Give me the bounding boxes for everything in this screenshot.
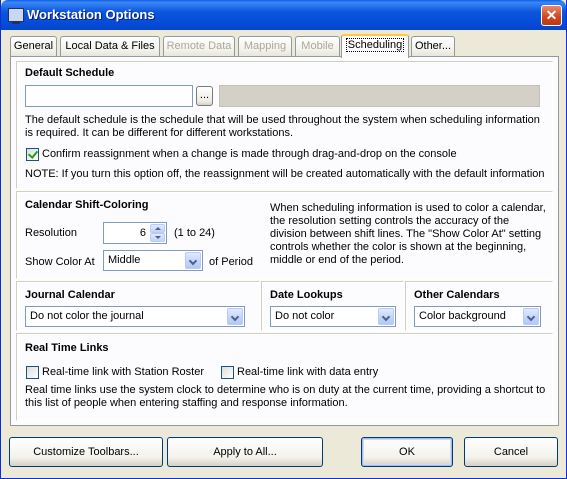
- section-title: Date Lookups: [270, 289, 343, 301]
- tab-other[interactable]: Other...: [411, 36, 455, 56]
- confirm-reassignment-label[interactable]: Confirm reassignment when a change is ma…: [42, 148, 457, 160]
- other-calendars-select[interactable]: Color background: [414, 306, 541, 327]
- shift-coloring-description: When scheduling information is used to c…: [270, 202, 546, 266]
- resolution-spinner[interactable]: 6: [103, 222, 167, 244]
- close-icon: ✕: [545, 7, 558, 23]
- schedule-display-field: [219, 85, 540, 107]
- date-lookups-select[interactable]: Do not color: [270, 306, 396, 327]
- tab-mobile[interactable]: Mobile: [295, 36, 340, 56]
- spin-up-icon[interactable]: [150, 224, 165, 233]
- section-title: Journal Calendar: [25, 289, 115, 301]
- reassignment-note: NOTE: If you turn this option off, the r…: [25, 168, 545, 180]
- apply-to-all-button[interactable]: Apply to All...: [167, 437, 323, 467]
- of-period-label: of Period: [209, 256, 254, 268]
- tab-remote-data[interactable]: Remote Data: [163, 36, 235, 56]
- chevron-down-icon[interactable]: [378, 308, 394, 325]
- date-lookups-section: Date Lookups Do not color: [261, 281, 404, 331]
- customize-toolbars-button[interactable]: Customize Toolbars...: [9, 437, 163, 467]
- journal-calendar-section: Journal Calendar Do not color the journa…: [16, 281, 260, 331]
- scheduling-panel: Default Schedule ... The default schedul…: [10, 56, 559, 426]
- chevron-down-icon[interactable]: [523, 308, 539, 325]
- spin-down-icon[interactable]: [150, 233, 165, 242]
- tab-general[interactable]: General: [10, 36, 57, 56]
- real-time-links-description: Real time links use the system clock to …: [25, 384, 546, 409]
- default-schedule-section: Default Schedule ... The default schedul…: [16, 61, 553, 189]
- workstation-options-dialog: Workstation Options ✕ General Local Data…: [0, 0, 567, 479]
- tab-mapping[interactable]: Mapping: [238, 36, 292, 56]
- show-color-select[interactable]: Middle: [103, 250, 203, 271]
- tab-local-data-files[interactable]: Local Data & Files: [60, 36, 160, 56]
- other-calendars-section: Other Calendars Color background: [405, 281, 553, 331]
- chevron-down-icon[interactable]: [185, 252, 201, 269]
- journal-calendar-value: Do not color the journal: [30, 310, 144, 322]
- default-schedule-input[interactable]: [25, 85, 193, 107]
- window-title: Workstation Options: [27, 7, 155, 22]
- title-bar: Workstation Options ✕: [1, 0, 566, 30]
- resolution-label: Resolution: [25, 227, 77, 239]
- real-time-links-section: Real Time Links Real-time link with Stat…: [16, 333, 553, 421]
- computer-icon: [8, 8, 24, 24]
- show-color-value: Middle: [108, 254, 141, 266]
- chevron-down-icon[interactable]: [227, 308, 243, 325]
- section-title: Real Time Links: [25, 342, 109, 354]
- resolution-value[interactable]: 6: [140, 227, 146, 239]
- ok-button[interactable]: OK: [361, 437, 453, 467]
- data-entry-label[interactable]: Real-time link with data entry: [237, 366, 378, 378]
- data-entry-checkbox[interactable]: [221, 366, 234, 379]
- tab-strip: General Local Data & Files Remote Data M…: [10, 34, 560, 58]
- cancel-button[interactable]: Cancel: [464, 437, 558, 467]
- browse-schedule-button[interactable]: ...: [196, 86, 213, 106]
- journal-calendar-select[interactable]: Do not color the journal: [25, 306, 245, 327]
- tab-scheduling[interactable]: Scheduling: [341, 34, 409, 58]
- section-title: Other Calendars: [414, 289, 500, 301]
- shift-coloring-section: Calendar Shift-Coloring Resolution 6 (1 …: [16, 191, 553, 279]
- resolution-range-label: (1 to 24): [174, 227, 215, 239]
- date-lookups-value: Do not color: [275, 310, 335, 322]
- default-schedule-description: The default schedule is the schedule tha…: [25, 114, 540, 139]
- confirm-reassignment-checkbox[interactable]: [26, 148, 39, 161]
- station-roster-label[interactable]: Real-time link with Station Roster: [42, 366, 204, 378]
- show-color-label: Show Color At: [25, 256, 95, 268]
- section-title: Calendar Shift-Coloring: [25, 199, 149, 211]
- section-title: Default Schedule: [25, 67, 115, 79]
- close-button[interactable]: ✕: [541, 5, 562, 26]
- other-calendars-value: Color background: [419, 310, 506, 322]
- station-roster-checkbox[interactable]: [26, 366, 39, 379]
